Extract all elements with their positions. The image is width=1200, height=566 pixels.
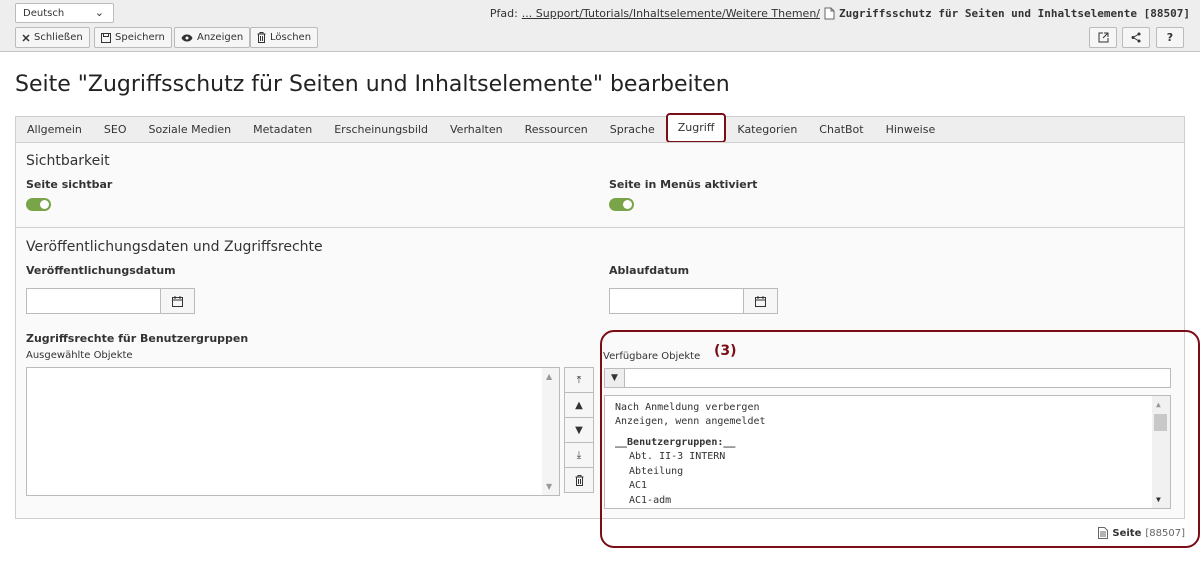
calendar-icon <box>172 295 183 307</box>
page-visible-toggle[interactable] <box>26 198 51 211</box>
expiry-date-label: Ablaufdatum <box>609 264 690 277</box>
move-top-icon: ⤒ <box>576 374 582 386</box>
visibility-section-title: Sichtbarkeit <box>26 153 110 169</box>
tab-erscheinungsbild[interactable]: Erscheinungsbild <box>323 117 439 143</box>
chevron-down-icon: ⌄ <box>94 6 104 19</box>
tab-verhalten[interactable]: Verhalten <box>439 117 514 143</box>
publication-section-title: Veröffentlichungsdaten und Zugriffsrecht… <box>26 239 323 255</box>
tab-metadaten[interactable]: Metadaten <box>242 117 323 143</box>
view-button-label: Anzeigen <box>197 32 244 43</box>
expiry-date-picker-button[interactable] <box>743 288 778 314</box>
save-icon <box>101 32 111 43</box>
tab-hinweise[interactable]: Hinweise <box>875 117 947 143</box>
help-label: ? <box>1166 31 1174 44</box>
menu-enabled-label: Seite in Menüs aktiviert <box>609 178 758 191</box>
selected-objects-list[interactable]: ▲ ▼ <box>26 367 560 496</box>
move-bottom-button[interactable]: ⤓ <box>564 442 594 468</box>
selected-objects-label: Ausgewählte Objekte <box>26 350 133 361</box>
expiry-date-input[interactable] <box>609 288 744 314</box>
delete-button[interactable]: Löschen <box>250 27 319 48</box>
calendar-icon <box>755 295 766 307</box>
arrow-down-icon: ▼ <box>575 424 583 436</box>
remove-button[interactable] <box>564 467 594 493</box>
docheader: Deutsch ⌄ Pfad: ... Support/Tutorials/In… <box>0 0 1200 52</box>
external-link-icon <box>1098 32 1108 43</box>
publish-date-label: Veröffentlichungsdatum <box>26 264 176 277</box>
page-visible-label: Seite sichtbar <box>26 178 113 191</box>
record-info: Seite [88507] <box>1098 527 1185 539</box>
tab-bar: Allgemein SEO Soziale Medien Metadaten Ersch… <box>15 113 1185 143</box>
close-button-label: Schließen <box>34 32 83 43</box>
close-button[interactable]: Schließen <box>15 27 90 48</box>
path-title: Zugriffsschutz für Seiten und Inhaltsele… <box>839 7 1190 20</box>
tab-kategorien[interactable]: Kategorien <box>726 117 808 143</box>
page-title: Seite "Zugriffsschutz für Seiten und Inh… <box>15 72 730 97</box>
breadcrumb: Pfad: ... Support/Tutorials/Inhaltseleme… <box>490 7 1190 20</box>
list-controls: ⤒ ▲ ▼ ⤓ <box>564 367 594 493</box>
tab-chatbot[interactable]: ChatBot <box>808 117 874 143</box>
access-rights-label: Zugriffsrechte für Benutzergruppen <box>26 332 249 345</box>
save-button[interactable]: Speichern <box>94 27 172 48</box>
share-icon <box>1131 32 1141 43</box>
selected-list-scrollbar[interactable]: ▲ ▼ <box>542 368 559 495</box>
move-bottom-icon: ⤓ <box>576 449 582 461</box>
arrow-up-icon: ▲ <box>575 399 583 411</box>
delete-button-label: Löschen <box>270 32 312 43</box>
language-select[interactable]: Deutsch ⌄ <box>15 3 114 23</box>
trash-icon <box>257 32 266 43</box>
tab-sprache[interactable]: Sprache <box>599 117 666 143</box>
page-icon <box>1098 527 1109 539</box>
move-up-button[interactable]: ▲ <box>564 392 594 418</box>
view-button[interactable]: Anzeigen <box>174 27 251 48</box>
scroll-down-icon[interactable]: ▼ <box>546 482 552 491</box>
record-id: [88507] <box>1145 527 1185 539</box>
publish-date-picker-button[interactable] <box>160 288 195 314</box>
trash-icon <box>575 474 583 486</box>
eye-icon <box>181 34 193 41</box>
publish-date-input[interactable] <box>26 288 161 314</box>
tab-seo[interactable]: SEO <box>93 117 138 143</box>
save-button-label: Speichern <box>115 32 165 43</box>
tab-zugriff[interactable]: Zugriff <box>665 113 727 143</box>
menu-enabled-toggle[interactable] <box>609 198 634 211</box>
path-label: Pfad: <box>489 7 518 20</box>
tab-ressourcen[interactable]: Ressourcen <box>514 117 599 143</box>
tab-soziale-medien[interactable]: Soziale Medien <box>138 117 243 143</box>
move-down-button[interactable]: ▼ <box>564 417 594 443</box>
move-top-button[interactable]: ⤒ <box>564 367 594 393</box>
record-type: Seite <box>1112 527 1142 539</box>
path-link[interactable]: ... Support/Tutorials/Inhaltselemente/We… <box>522 7 820 20</box>
open-external-button[interactable] <box>1089 27 1117 48</box>
share-button[interactable] <box>1122 27 1150 48</box>
highlight-frame <box>600 330 1200 548</box>
section-divider <box>15 227 1185 228</box>
language-value: Deutsch <box>23 8 65 19</box>
tab-allgemein[interactable]: Allgemein <box>16 117 93 143</box>
help-button[interactable]: ? <box>1156 27 1184 48</box>
scroll-up-icon[interactable]: ▲ <box>546 372 552 381</box>
close-icon <box>22 33 30 42</box>
page-icon <box>824 7 835 20</box>
